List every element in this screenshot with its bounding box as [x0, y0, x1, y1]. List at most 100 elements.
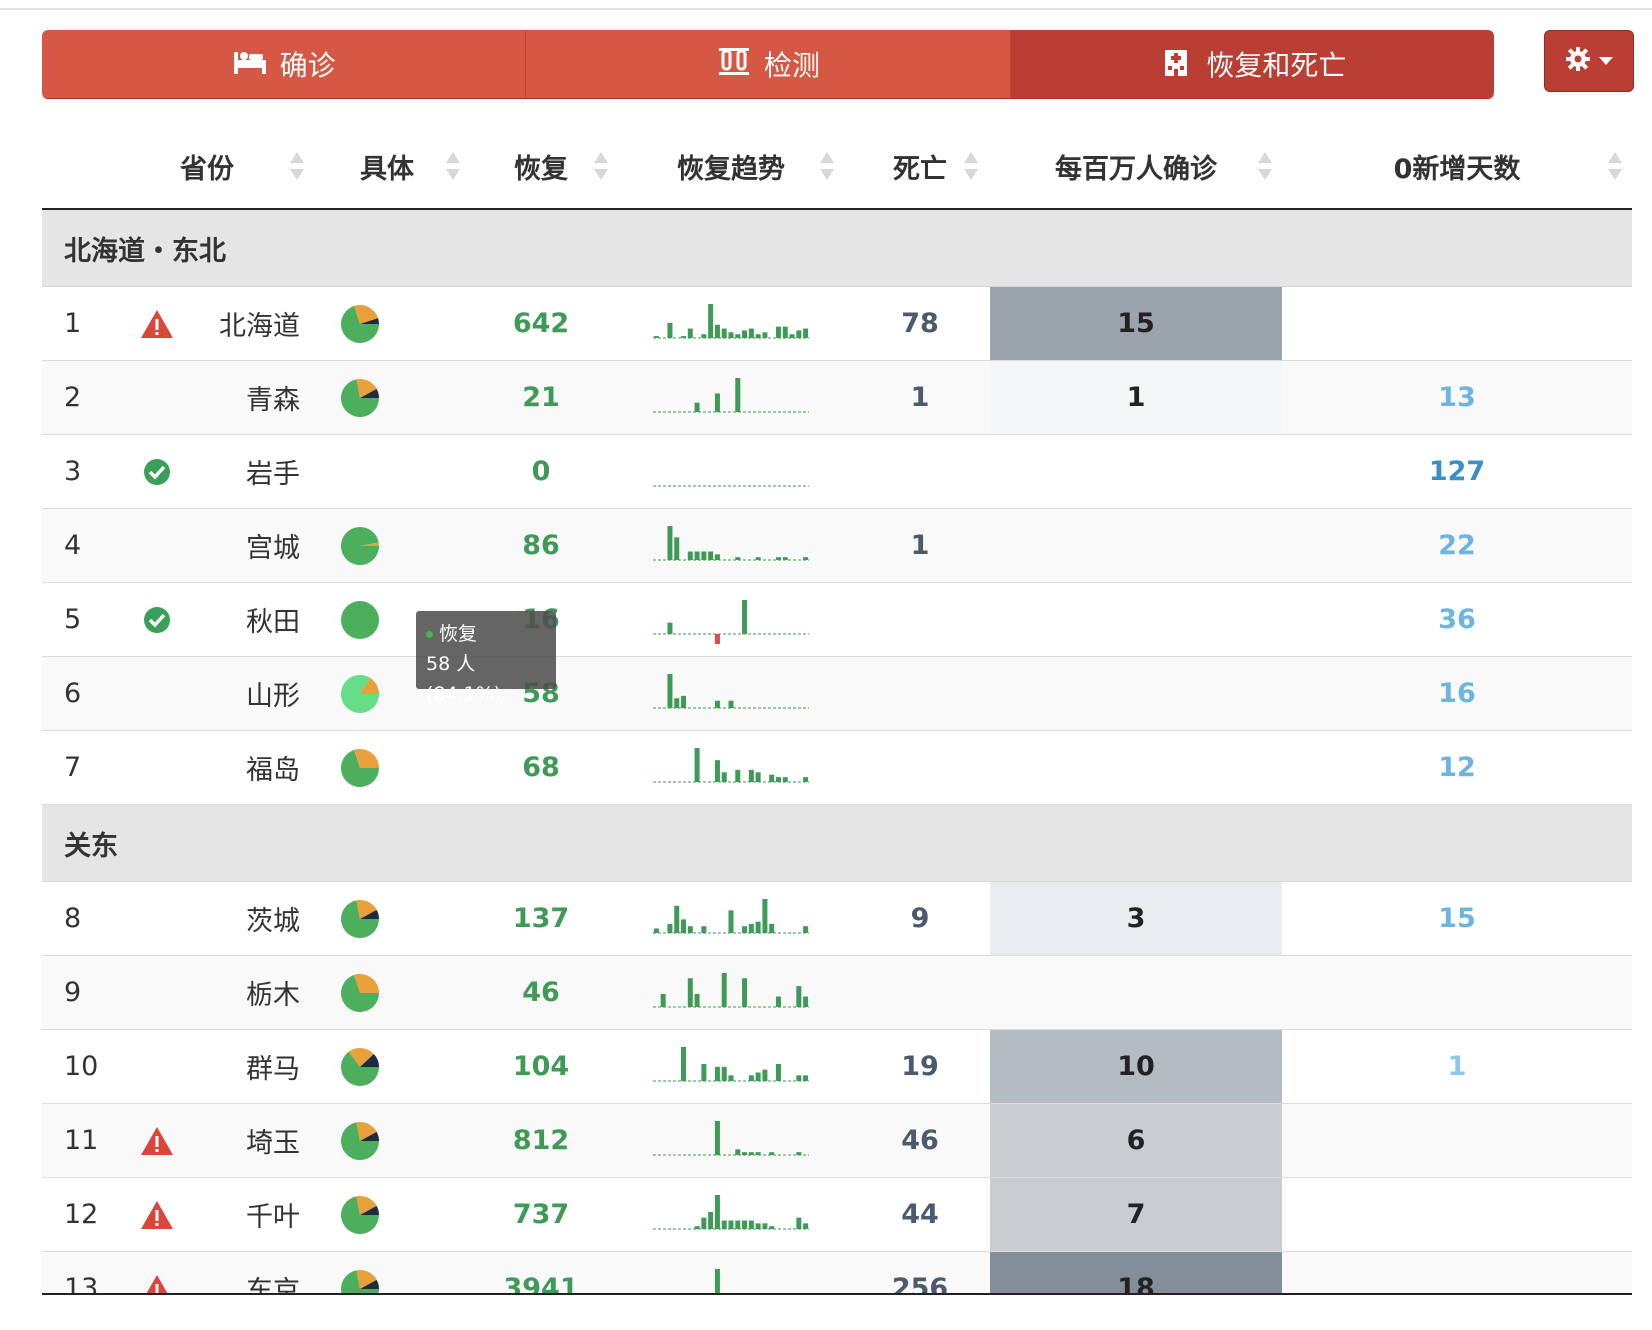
per-million-confirmed	[990, 730, 1283, 805]
recovered-count: 68	[470, 730, 613, 805]
prefecture-table-container[interactable]: 省份 具体 恢复 恢复趋势 死亡 每百万人确诊 0新增天数 北海道・东北 1 北…	[42, 124, 1632, 1294]
trend-bar	[776, 776, 782, 782]
tab-tests[interactable]: 检测	[526, 30, 1011, 98]
tab-confirmed[interactable]: 确诊	[42, 30, 527, 98]
trend-bar	[687, 977, 693, 1007]
detail-pie-chart[interactable]	[320, 955, 471, 1030]
death-count	[850, 730, 991, 805]
recovery-trend-chart[interactable]	[612, 434, 851, 509]
prefecture-name[interactable]: 东京	[194, 1251, 321, 1294]
zero-new-days: 36	[1282, 582, 1632, 657]
rank: 11	[42, 1103, 120, 1178]
zero-new-days: 15	[1282, 881, 1632, 956]
detail-pie-chart[interactable]	[320, 360, 471, 435]
table-row[interactable]: 2 青森 21 1 1 13	[42, 360, 1632, 435]
warning-icon	[140, 307, 174, 338]
recovery-trend-chart[interactable]	[612, 730, 851, 805]
detail-pie-chart[interactable]	[320, 881, 471, 956]
recovery-trend-chart[interactable]	[612, 1251, 851, 1294]
prefecture-name[interactable]: 宫城	[194, 508, 321, 583]
table-row[interactable]: 12 千叶 737 44 7	[42, 1177, 1632, 1252]
col-header-detail[interactable]: 具体	[320, 124, 471, 210]
top-divider	[0, 8, 1652, 10]
prefecture-name[interactable]: 山形	[194, 656, 321, 731]
prefecture-name[interactable]: 青森	[194, 360, 321, 435]
table-row[interactable]: 11 埼玉 812 46 6	[42, 1103, 1632, 1178]
prefecture-name[interactable]: 埼玉	[194, 1103, 321, 1178]
recovery-trend-chart[interactable]	[612, 508, 851, 583]
trend-bar	[714, 1268, 720, 1294]
recovery-trend-chart[interactable]	[612, 286, 851, 361]
detail-pie-chart[interactable]	[320, 508, 471, 583]
sort-icon	[964, 152, 979, 180]
trend-bar	[701, 925, 707, 933]
prefecture-name[interactable]: 岩手	[194, 434, 321, 509]
table-row[interactable]: 5 秋田 16 36	[42, 582, 1632, 657]
trend-bar	[748, 769, 754, 782]
status-cell	[120, 1029, 194, 1104]
tab-recovery-deaths[interactable]: 恢复和死亡	[1010, 30, 1494, 98]
prefecture-name[interactable]: 群马	[194, 1029, 321, 1104]
table-row[interactable]: 7 福岛 68 12	[42, 730, 1632, 805]
detail-pie-chart[interactable]	[320, 286, 471, 361]
tab-confirmed-label: 确诊	[279, 49, 336, 82]
detail-pie-chart[interactable]	[320, 1029, 471, 1104]
trend-bar	[674, 697, 680, 708]
prefecture-name[interactable]: 秋田	[194, 582, 321, 657]
hospital-icon	[1158, 46, 1194, 83]
table-row[interactable]: 3 岩手 0 127	[42, 434, 1632, 509]
prefecture-name[interactable]: 栃木	[194, 955, 321, 1030]
recovery-trend-chart[interactable]	[612, 1177, 851, 1252]
warning-icon	[140, 1198, 174, 1229]
trend-bar	[708, 303, 714, 338]
detail-pie-chart[interactable]	[320, 434, 471, 509]
detail-pie-chart[interactable]	[320, 1177, 471, 1252]
col-header-prefecture[interactable]: 省份	[42, 124, 321, 210]
table-row[interactable]: 6 山形 58 16	[42, 656, 1632, 731]
prefecture-name[interactable]: 北海道	[194, 286, 321, 361]
sort-icon	[594, 152, 609, 180]
table-row[interactable]: 13 东京 3941 256 18	[42, 1251, 1632, 1294]
recovered-count: 86	[470, 508, 613, 583]
col-header-recovered[interactable]: 恢复	[470, 124, 613, 210]
recovery-trend-chart[interactable]	[612, 1103, 851, 1178]
table-row[interactable]: 4 宫城 86 1 22	[42, 508, 1632, 583]
prefecture-name[interactable]: 茨城	[194, 881, 321, 956]
col-header-per-million[interactable]: 每百万人确诊	[990, 124, 1283, 210]
trend-bar	[667, 673, 673, 708]
recovery-trend-chart[interactable]	[612, 881, 851, 956]
col-header-zero-days[interactable]: 0新增天数	[1282, 124, 1632, 210]
detail-pie-chart[interactable]	[320, 730, 471, 805]
trend-bar	[789, 333, 795, 338]
col-header-recovery-trend[interactable]: 恢复趋势	[612, 124, 851, 210]
trend-bar	[803, 1074, 809, 1081]
table-row[interactable]: 8 茨城 137 9 3 15	[42, 881, 1632, 956]
prefecture-name[interactable]: 千叶	[194, 1177, 321, 1252]
trend-bar	[735, 769, 741, 782]
detail-pie-chart[interactable]	[320, 1251, 471, 1294]
trend-bar	[735, 556, 741, 560]
region-name: 北海道・东北	[42, 209, 1632, 287]
status-cell	[120, 434, 194, 509]
col-header-deaths[interactable]: 死亡	[850, 124, 991, 210]
prefecture-name[interactable]: 福岛	[194, 730, 321, 805]
zero-new-days	[1282, 955, 1632, 1030]
trend-bar	[803, 996, 809, 1007]
death-count: 19	[850, 1029, 991, 1104]
trend-bar	[721, 1220, 727, 1229]
chart-tooltip: 恢复 58 人 (84.1%)	[416, 611, 556, 705]
zero-new-days: 16	[1282, 656, 1632, 731]
recovery-trend-chart[interactable]	[612, 360, 851, 435]
trend-bar	[755, 921, 761, 933]
table-row[interactable]: 1 北海道 642 78 15	[42, 286, 1632, 361]
table-row[interactable]: 9 栃木 46	[42, 955, 1632, 1030]
trend-bar	[653, 927, 659, 933]
detail-pie-chart[interactable]	[320, 1103, 471, 1178]
settings-dropdown-button[interactable]	[1544, 30, 1634, 92]
table-row[interactable]: 10 群马 104 19 10 1	[42, 1029, 1632, 1104]
recovery-trend-chart[interactable]	[612, 955, 851, 1030]
recovery-trend-chart[interactable]	[612, 656, 851, 731]
recovery-trend-chart[interactable]	[612, 1029, 851, 1104]
table-bottom-border	[42, 1293, 1632, 1295]
recovery-trend-chart[interactable]	[612, 582, 851, 657]
